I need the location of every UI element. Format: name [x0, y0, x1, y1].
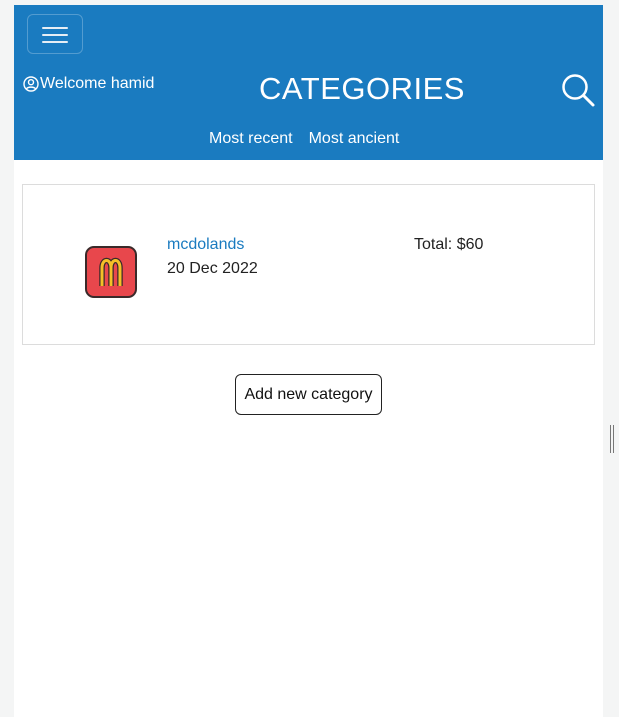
page-title: CATEGORIES — [259, 71, 465, 106]
add-category-button[interactable]: Add new category — [235, 374, 382, 415]
welcome-text: Welcome hamid — [40, 75, 155, 92]
sort-most-recent-link[interactable]: Most recent — [209, 130, 293, 148]
sort-options: Most recent Most ancient — [209, 130, 399, 148]
user-circle-icon — [23, 76, 39, 92]
category-total: Total: $60 — [414, 236, 484, 253]
hamburger-line — [42, 27, 68, 29]
mcdonalds-logo-icon — [85, 246, 137, 298]
header-bar: Welcome hamid CATEGORIES Most recent Mos… — [14, 5, 603, 160]
category-card[interactable]: mcdolands 20 Dec 2022 Total: $60 — [22, 184, 595, 345]
resize-handle[interactable] — [609, 425, 615, 453]
welcome-message: Welcome hamid — [23, 75, 154, 93]
app-container: Welcome hamid CATEGORIES Most recent Mos… — [14, 5, 603, 717]
search-icon[interactable] — [560, 72, 596, 108]
category-name-link[interactable]: mcdolands — [167, 236, 244, 254]
sort-most-ancient-link[interactable]: Most ancient — [309, 130, 400, 148]
menu-toggle-button[interactable] — [27, 14, 83, 54]
category-date: 20 Dec 2022 — [167, 260, 258, 277]
hamburger-line — [42, 41, 68, 43]
hamburger-line — [42, 34, 68, 36]
